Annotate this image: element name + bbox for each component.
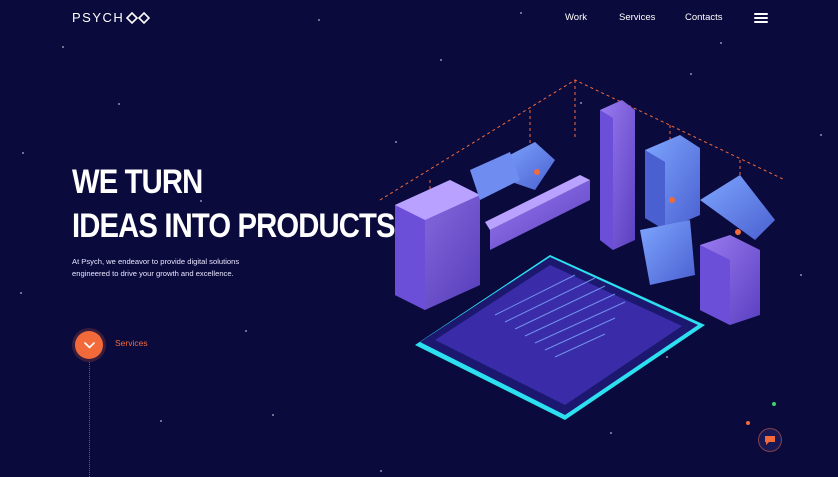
hamburger-menu-icon[interactable]: [754, 13, 768, 23]
scroll-to-services-button[interactable]: [75, 331, 103, 359]
hero-description: At Psych, we endeavor to provide digital…: [72, 256, 292, 280]
chat-button[interactable]: [758, 428, 782, 452]
nav-item-services[interactable]: Services: [619, 12, 655, 23]
chevron-down-icon: [83, 341, 95, 349]
chat-bubble-icon: [765, 435, 775, 445]
hero-description-line-1: At Psych, we endeavor to provide digital…: [72, 257, 240, 266]
nav-item-contacts[interactable]: Contacts: [685, 12, 723, 23]
top-navigation-bar: PSYCH Work Services Contacts: [0, 0, 838, 36]
services-link[interactable]: Services: [115, 338, 148, 348]
nav-item-work[interactable]: Work: [565, 12, 587, 23]
status-dot-green: [772, 402, 776, 406]
brand-name: PSYCH: [72, 10, 125, 25]
isometric-servers-illustration: [379, 79, 786, 420]
hero-title: WE TURN IDEAS INTO PRODUCTS.: [72, 160, 403, 248]
scroll-indicator-line: [89, 362, 90, 477]
hero-description-line-2: engineered to drive your growth and exce…: [72, 269, 234, 278]
hero-title-line-1: WE TURN: [72, 163, 203, 201]
brand-logo[interactable]: PSYCH: [72, 10, 151, 25]
infinity-icon: [126, 11, 151, 24]
status-dot-orange: [746, 421, 750, 425]
hero-title-line-2: IDEAS INTO PRODUCTS.: [72, 207, 403, 245]
